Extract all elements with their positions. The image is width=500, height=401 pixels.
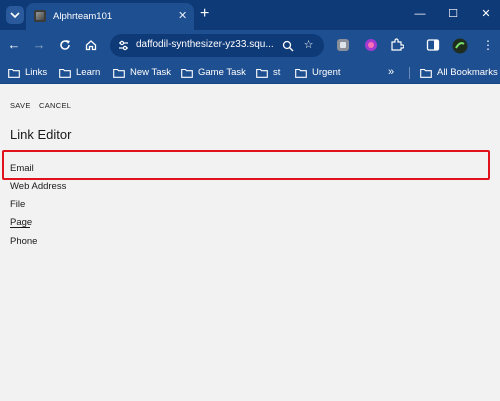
tab-strip: Alphrteam101 ✕ + — ☐ ✕ [0, 0, 500, 30]
close-window-icon[interactable]: ✕ [476, 6, 496, 22]
url-text[interactable]: daffodil-synthesizer-yz33.squ... [136, 39, 286, 50]
close-tab-icon[interactable]: ✕ [178, 9, 187, 23]
chevron-down-icon [10, 12, 20, 19]
bookmark-label: Links [25, 67, 48, 78]
more-menu-icon[interactable]: ⋮ [479, 36, 497, 54]
tab-title: Alphrteam101 [53, 11, 113, 22]
reload-icon[interactable] [56, 36, 74, 54]
extensions-puzzle-icon[interactable] [390, 38, 405, 53]
profile-avatar-icon[interactable] [452, 38, 468, 54]
folder-icon [420, 68, 432, 78]
minimize-icon[interactable]: — [410, 6, 430, 22]
folder-icon [295, 68, 307, 78]
cancel-button[interactable]: CANCEL [39, 101, 71, 110]
more-bookmarks-icon[interactable]: » [388, 65, 394, 80]
page-title: Link Editor [10, 127, 72, 142]
folder-icon [113, 68, 125, 78]
bookmark-label: Learn [76, 67, 101, 78]
forward-arrow-icon[interactable]: → [30, 36, 48, 54]
browser-tab[interactable]: Alphrteam101 ✕ [26, 3, 194, 30]
maximize-icon[interactable]: ☐ [443, 6, 463, 22]
side-panel-icon[interactable] [426, 38, 441, 53]
bookmark-st[interactable]: st [256, 65, 280, 80]
profile-extension-icon[interactable] [364, 38, 379, 53]
bookmark-label: st [273, 67, 281, 78]
link-editor-page: SAVE CANCEL Link Editor Email Web Addres… [0, 84, 500, 401]
bookmark-game-task[interactable]: Game Task [181, 65, 246, 80]
extension-icon[interactable] [336, 38, 351, 53]
bookmark-urgent[interactable]: Urgent [295, 65, 341, 80]
bookmark-label: All Bookmarks [437, 67, 498, 78]
selected-option-underline [10, 227, 30, 228]
bookmark-star-icon[interactable]: ☆ [301, 38, 316, 53]
link-option-web-address[interactable]: Web Address [10, 181, 66, 192]
back-arrow-icon[interactable]: ← [5, 36, 23, 54]
site-favicon-icon [34, 10, 46, 22]
bookmarks-divider [409, 67, 410, 79]
bookmark-label: Urgent [312, 67, 341, 78]
bookmarks-bar: Links Learn New Task Game Task st Urgent… [0, 61, 500, 84]
folder-icon [59, 68, 71, 78]
folder-icon [256, 68, 268, 78]
link-option-file[interactable]: File [10, 199, 25, 210]
bookmark-learn[interactable]: Learn [59, 65, 100, 80]
home-icon[interactable] [82, 36, 100, 54]
email-highlight-box [2, 150, 490, 180]
site-info-icon[interactable] [117, 39, 130, 52]
bookmark-new-task[interactable]: New Task [113, 65, 171, 80]
address-bar[interactable]: daffodil-synthesizer-yz33.squ... ☆ [110, 34, 324, 57]
bookmark-label: Game Task [198, 67, 246, 78]
bookmark-label: New Task [130, 67, 172, 78]
tab-search-button[interactable] [6, 6, 24, 24]
new-tab-icon[interactable]: + [200, 5, 209, 23]
all-bookmarks-button[interactable]: All Bookmarks [420, 65, 498, 80]
bookmark-links[interactable]: Links [8, 65, 47, 80]
folder-icon [181, 68, 193, 78]
browser-toolbar: ← → daffodil-synthesizer-yz33.squ... ☆ ⋮ [0, 30, 500, 61]
zoom-icon[interactable] [280, 38, 295, 53]
link-option-phone[interactable]: Phone [10, 236, 37, 247]
save-button[interactable]: SAVE [10, 101, 31, 110]
folder-icon [8, 68, 20, 78]
